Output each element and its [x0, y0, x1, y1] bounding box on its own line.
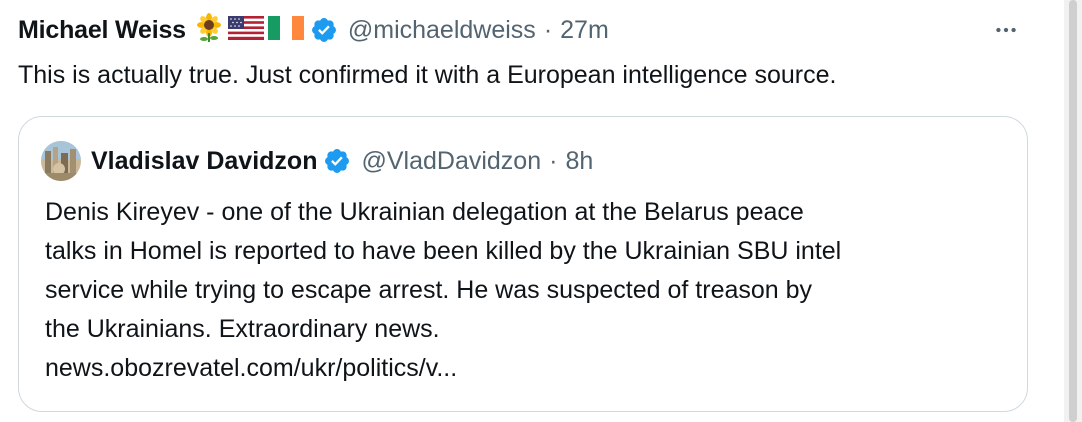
quoted-author-name[interactable]: Vladislav Davidzon	[91, 147, 317, 176]
author-handle[interactable]: @michaeldweiss	[348, 16, 536, 45]
quoted-text-line: Denis Kireyev - one of the Ukrainian del…	[45, 198, 804, 226]
quoted-text-line: talks in Homel is reported to have been …	[45, 237, 842, 265]
more-icon	[996, 27, 1016, 33]
separator-dot: ·	[543, 15, 553, 44]
verified-badge-icon	[310, 16, 338, 44]
tweet-text: This is actually true. Just confirmed it…	[18, 61, 837, 89]
ireland-flag-icon	[267, 15, 304, 45]
quoted-text-line: the Ukrainians. Extraordinary news.	[45, 315, 440, 343]
tweet-time[interactable]: 27m	[560, 16, 609, 45]
us-flag-icon	[227, 15, 264, 45]
quoted-tweet-time[interactable]: 8h	[565, 147, 593, 176]
tweet: Michael Weiss @michaeldweiss · 27m This …	[0, 0, 1064, 422]
sunflower-icon	[194, 12, 224, 48]
quoted-tweet-text: Denis Kireyev - one of the Ukrainian del…	[45, 193, 1005, 388]
scrollbar[interactable]	[1064, 0, 1082, 422]
name-emojis	[194, 12, 304, 48]
quoted-author-handle[interactable]: @VladDavidzon	[361, 147, 541, 176]
quoted-link[interactable]: news.obozrevatel.com/ukr/politics/v...	[45, 349, 1005, 388]
avatar[interactable]	[41, 141, 81, 181]
quoted-tweet-header: Vladislav Davidzon @VladDavidzon · 8h	[41, 139, 593, 183]
verified-badge-icon	[323, 147, 351, 175]
separator-dot: ·	[549, 146, 558, 175]
scrollbar-thumb[interactable]	[1069, 0, 1077, 422]
more-options-button[interactable]	[986, 10, 1026, 50]
author-name[interactable]: Michael Weiss	[18, 16, 186, 45]
tweet-header: Michael Weiss @michaeldweiss · 27m	[18, 10, 609, 50]
quoted-tweet-card[interactable]: Vladislav Davidzon @VladDavidzon · 8h De…	[18, 116, 1028, 412]
quoted-text-line: service while trying to escape arrest. H…	[45, 276, 813, 304]
